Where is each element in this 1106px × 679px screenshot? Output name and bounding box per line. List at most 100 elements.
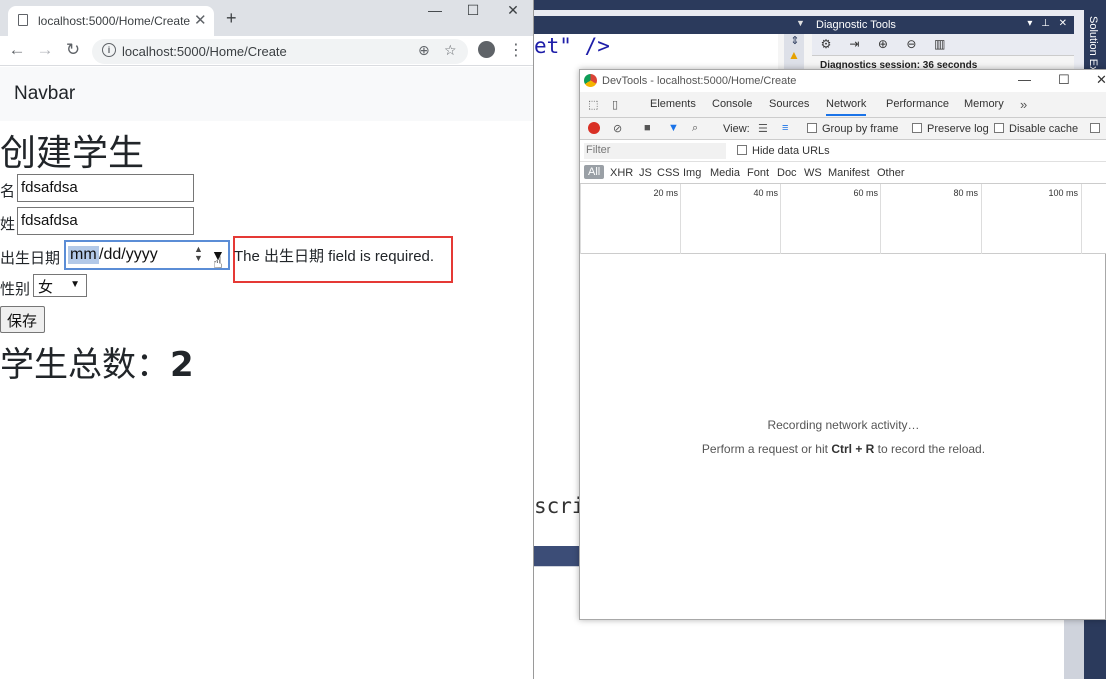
type-filter-all[interactable]: All (584, 165, 605, 179)
vs-title-strip (534, 0, 1106, 10)
more-tabs-icon[interactable]: » (1020, 97, 1027, 112)
tab-network[interactable]: Network (826, 98, 867, 116)
navbar: Navbar (0, 67, 533, 121)
spinner-icon[interactable]: ▲ ▼ (194, 245, 203, 263)
lower-panel-tab (534, 546, 579, 566)
student-total-value: 2 (170, 345, 194, 385)
export-icon[interactable]: ⇥ (846, 37, 862, 53)
maximize-icon[interactable]: ☐ (1058, 72, 1070, 88)
type-filter-font[interactable]: Font (747, 167, 769, 179)
new-tab-icon[interactable]: + (226, 8, 237, 29)
first-name-input[interactable]: fdsafdsa (17, 174, 194, 202)
warning-icon: ▲ (788, 48, 800, 62)
maximize-icon[interactable]: ☐ (458, 2, 488, 19)
solution-explorer-tab[interactable]: Solution Ex (1087, 16, 1099, 72)
code-line: et" /> (534, 34, 610, 58)
device-toolbar-icon[interactable]: ▯ (612, 98, 618, 111)
type-filter-js[interactable]: JS (639, 167, 652, 179)
type-filter-manifest[interactable]: Manifest (828, 167, 870, 179)
waterfall-view-icon[interactable]: ≡ (782, 122, 788, 134)
chart-icon[interactable]: ▥ (932, 37, 948, 53)
tab-bar: localhost:5000/Home/Create ✕ + — ☐ ✕ (0, 0, 533, 36)
type-filter-css[interactable]: CSS (657, 167, 680, 179)
diagnostic-tools-panel: Diagnostic Tools ▾ ⊥ ✕ ⚙ ⇥ ⊕ ⊖ ▥ Diagnos… (812, 16, 1074, 76)
url-text[interactable]: localhost:5000/Home/Create (122, 44, 287, 59)
tab-title: localhost:5000/Home/Create (38, 14, 191, 28)
clear-icon[interactable]: ⊘ (613, 122, 622, 135)
dob-month-segment[interactable]: mm (68, 246, 99, 264)
first-name-label: 名 (0, 183, 16, 200)
type-filter-other[interactable]: Other (877, 167, 905, 179)
disable-cache-label: Disable cache (1009, 123, 1079, 135)
resource-type-filters: All XHR JS CSS Img Media Font Doc WS Man… (580, 162, 1106, 184)
reload-icon[interactable]: ↻ (62, 40, 84, 60)
zoom-icon[interactable]: ⊕ (418, 42, 430, 59)
disable-cache-checkbox[interactable] (994, 123, 1004, 133)
timeline-tick: 20 ms (653, 188, 678, 198)
tab-sources[interactable]: Sources (769, 98, 809, 110)
pin-icon[interactable]: ▾ ⊥ ✕ (1027, 18, 1070, 29)
timeline-gridline (981, 184, 982, 254)
type-filter-ws[interactable]: WS (804, 167, 822, 179)
close-window-icon[interactable]: ✕ (498, 2, 528, 19)
search-icon[interactable]: ⌕ (692, 122, 698, 135)
preserve-log-label: Preserve log (927, 123, 989, 135)
web-page: Navbar 创建学生 名 fdsafdsa 姓 fdsafdsa 出生日期 m… (0, 67, 533, 679)
tab-dropdown-icon[interactable]: ▼ (796, 18, 805, 28)
mouse-cursor-icon: ☝ (213, 255, 223, 272)
back-icon[interactable]: ← (6, 40, 28, 60)
browser-tab[interactable]: localhost:5000/Home/Create ✕ (8, 6, 214, 36)
close-window-icon[interactable]: ✕ (1096, 72, 1106, 88)
timeline-gridline (1081, 184, 1082, 254)
timeline-tick: 80 ms (953, 188, 978, 198)
minimize-icon[interactable]: — (420, 2, 450, 18)
navbar-brand[interactable]: Navbar (14, 83, 75, 105)
save-button[interactable]: 保存 (0, 306, 45, 333)
dob-validation-error: The 出生日期 field is required. (234, 248, 435, 265)
zoom-in-icon[interactable]: ⊕ (875, 37, 891, 53)
dob-day-year-segments[interactable]: /dd/yyyy (99, 246, 158, 264)
chrome-window: localhost:5000/Home/Create ✕ + — ☐ ✕ ← →… (0, 0, 534, 679)
split-icon[interactable]: ⇕ (787, 34, 803, 48)
gender-label: 性别 (0, 281, 31, 298)
settings-icon[interactable]: ⚙ (818, 37, 834, 53)
info-icon[interactable]: i (102, 43, 116, 57)
zoom-out-icon[interactable]: ⊖ (903, 37, 919, 53)
type-filter-img[interactable]: Img (683, 167, 701, 179)
star-icon[interactable]: ☆ (444, 42, 457, 59)
inspect-icon[interactable]: ⬚ (588, 98, 598, 111)
preserve-log-checkbox[interactable] (912, 123, 922, 133)
forward-icon[interactable]: → (34, 40, 56, 60)
tab-console[interactable]: Console (712, 98, 752, 110)
group-by-frame-checkbox[interactable] (807, 123, 817, 133)
minimize-icon[interactable]: — (1018, 72, 1031, 87)
address-bar[interactable]: i localhost:5000/Home/Create ⊕ ☆ (92, 39, 468, 64)
gender-select[interactable]: 女 ▼ (33, 274, 87, 297)
tab-memory[interactable]: Memory (964, 98, 1004, 110)
list-view-icon[interactable]: ☰ (758, 122, 768, 135)
network-overview-timeline[interactable]: 20 ms 40 ms 60 ms 80 ms 100 ms (580, 184, 1106, 254)
profile-avatar-icon[interactable] (478, 41, 495, 58)
dob-input[interactable]: mm /dd/yyyy ▲ ▼ ▼ (64, 240, 230, 270)
page-favicon-icon (18, 14, 28, 26)
student-total: 学生总数：2 (0, 337, 194, 386)
type-filter-doc[interactable]: Doc (777, 167, 797, 179)
dob-label: 出生日期 (0, 250, 61, 267)
tab-performance[interactable]: Performance (886, 98, 949, 110)
screenshot-icon[interactable]: ■ (644, 122, 651, 134)
timeline-gridline (680, 184, 681, 254)
close-tab-icon[interactable]: ✕ (194, 11, 207, 29)
view-label: View: (723, 123, 750, 135)
last-name-input[interactable]: fdsafdsa (17, 207, 194, 235)
type-filter-xhr[interactable]: XHR (610, 167, 633, 179)
filter-input[interactable]: Filter (584, 143, 726, 159)
record-icon[interactable] (588, 122, 600, 134)
hide-data-urls-checkbox[interactable] (737, 145, 747, 155)
tab-elements[interactable]: Elements (650, 98, 696, 110)
menu-icon[interactable]: ⋮ (508, 40, 524, 60)
timeline-gridline (880, 184, 881, 254)
type-filter-media[interactable]: Media (710, 167, 740, 179)
offline-checkbox[interactable] (1090, 123, 1100, 133)
filter-icon[interactable]: ▼ (668, 122, 679, 134)
student-total-label: 学生总数： (0, 345, 170, 385)
